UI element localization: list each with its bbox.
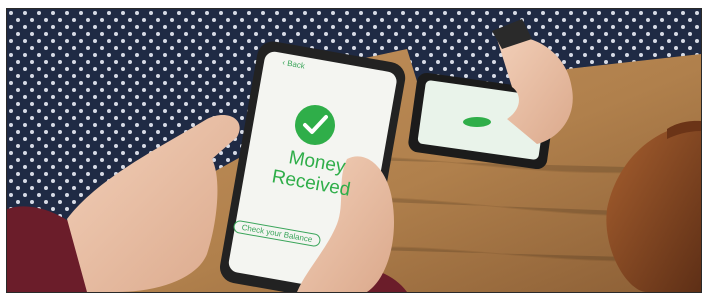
photo-frame: ‹ Back Money Received Check your Balance	[6, 8, 702, 293]
photo-scene	[7, 9, 701, 292]
check-circle-icon	[295, 105, 335, 145]
